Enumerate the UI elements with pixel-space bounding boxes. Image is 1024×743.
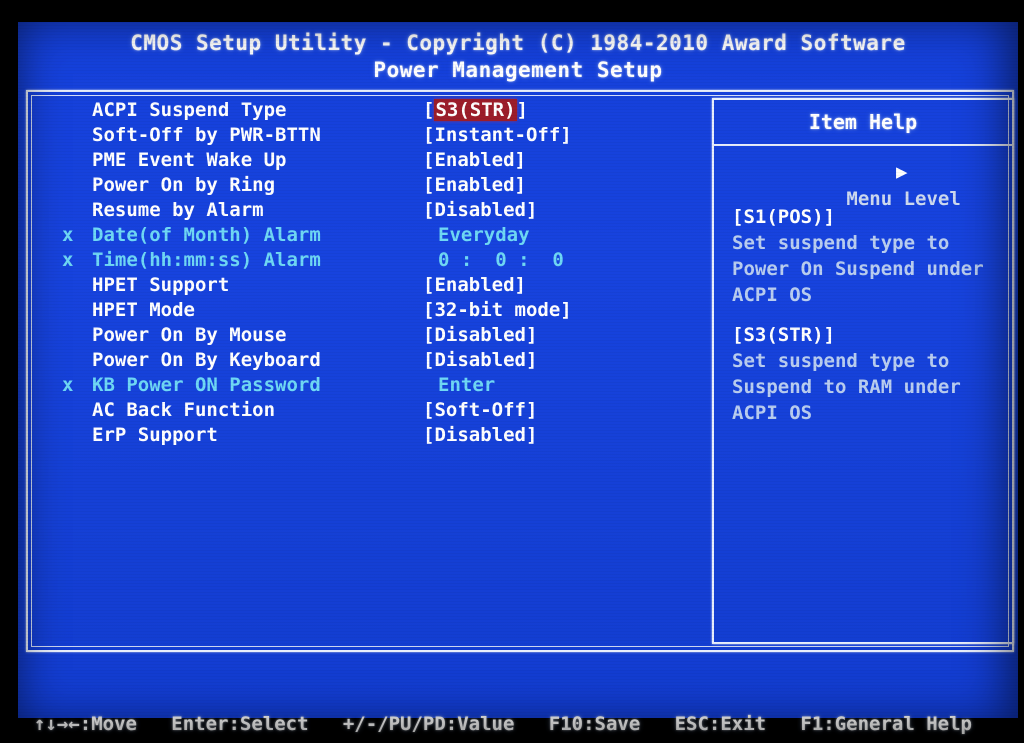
setting-row[interactable]: x Time(hh:mm:ss) Alarm 0 : 0 : 0 — [38, 248, 706, 273]
disabled-marker-icon: x — [62, 374, 74, 396]
page-subtitle: Power Management Setup — [373, 58, 663, 82]
chevron-right-icon: ▶ — [896, 161, 908, 183]
key-hints-line-1: ↑↓→←:Move Enter:Select +/-/PU/PD:Value F… — [34, 713, 972, 735]
setting-row[interactable]: Resume by Alarm [Disabled] — [38, 198, 706, 223]
page-title: CMOS Setup Utility - Copyright (C) 1984-… — [130, 31, 906, 55]
setting-value[interactable]: Everyday — [438, 223, 530, 248]
help-group: [S3(STR)] Set suspend type to Suspend to R… — [732, 322, 1012, 426]
value-bracket-open: [ — [423, 99, 435, 121]
setting-row[interactable]: Power On by Ring [Enabled] — [38, 173, 706, 198]
setting-row[interactable]: x Date(of Month) Alarm Everyday — [38, 223, 706, 248]
setting-label: Time(hh:mm:ss) Alarm — [92, 249, 321, 271]
item-help-body: Menu Level ▶ [S1(POS)] Set suspend type t… — [714, 146, 1012, 426]
setting-row[interactable]: HPET Mode [32-bit mode] — [38, 298, 706, 323]
disabled-marker-icon: x — [62, 249, 74, 271]
setting-row[interactable]: AC Back Function [Soft-Off] — [38, 398, 706, 423]
setting-row[interactable]: ErP Support [Disabled] — [38, 423, 706, 448]
help-group-line: Set suspend type to — [732, 350, 950, 372]
setting-value[interactable]: [Disabled] — [423, 423, 537, 448]
setting-label: Power On by Ring — [92, 174, 276, 196]
setting-row[interactable]: x KB Power ON Password Enter — [38, 373, 706, 398]
setting-label: Resume by Alarm — [92, 199, 264, 221]
help-group-heading: [S3(STR)] — [732, 324, 835, 346]
setting-value[interactable]: [S3(STR)] — [423, 98, 528, 123]
setting-label: Soft-Off by PWR-BTTN — [92, 124, 321, 146]
title-block: CMOS Setup Utility - Copyright (C) 1984-… — [18, 30, 1018, 84]
menu-level-label: Menu Level — [846, 188, 961, 210]
setting-value[interactable]: [Enabled] — [423, 148, 526, 173]
disabled-marker-icon: x — [62, 224, 74, 246]
setting-value[interactable]: [Enabled] — [423, 273, 526, 298]
menu-level-row: Menu Level ▶ — [732, 160, 1012, 210]
setting-row[interactable]: Power On By Keyboard [Disabled] — [38, 348, 706, 373]
item-help-panel: Item Help Menu Level ▶ [S1(POS)] Set susp… — [712, 98, 1014, 644]
setting-row[interactable]: HPET Support [Enabled] — [38, 273, 706, 298]
setting-value[interactable]: [Disabled] — [423, 198, 537, 223]
setting-row[interactable]: PME Event Wake Up [Enabled] — [38, 148, 706, 173]
setting-label: Power On By Keyboard — [92, 349, 321, 371]
item-help-title: Item Help — [714, 100, 1012, 146]
value-bracket-close: ] — [516, 99, 528, 121]
setting-label: HPET Support — [92, 274, 230, 296]
key-hints-footer: ↑↓→←:Move Enter:Select +/-/PU/PD:Value F… — [26, 654, 1010, 743]
setting-label: Power On By Mouse — [92, 324, 287, 346]
bios-screen: CMOS Setup Utility - Copyright (C) 1984-… — [0, 0, 1024, 743]
setting-value[interactable]: [Disabled] — [423, 323, 537, 348]
setting-label: AC Back Function — [92, 399, 276, 421]
setting-label: PME Event Wake Up — [92, 149, 287, 171]
help-group-line: ACPI OS — [732, 402, 813, 424]
setting-value[interactable]: [Disabled] — [423, 348, 537, 373]
setting-value[interactable]: [Enabled] — [423, 173, 526, 198]
settings-list: ACPI Suspend Type [S3(STR)] Soft-Off by PW… — [38, 98, 706, 640]
selected-value[interactable]: S3(STR) — [434, 99, 517, 121]
help-group-line: Suspend to RAM under — [732, 376, 961, 398]
setting-row[interactable]: Soft-Off by PWR-BTTN [Instant-Off] — [38, 123, 706, 148]
setting-row[interactable]: ACPI Suspend Type [S3(STR)] — [38, 98, 706, 123]
setting-label: ACPI Suspend Type — [92, 99, 287, 121]
setting-row[interactable]: Power On By Mouse [Disabled] — [38, 323, 706, 348]
setting-label: Date(of Month) Alarm — [92, 224, 321, 246]
setting-label: ErP Support — [92, 424, 218, 446]
setting-value[interactable]: [Soft-Off] — [423, 398, 537, 423]
crt-display-area: CMOS Setup Utility - Copyright (C) 1984-… — [18, 22, 1018, 735]
setting-value[interactable]: Enter — [438, 373, 495, 398]
setting-value[interactable]: 0 : 0 : 0 — [438, 248, 564, 273]
setting-label: KB Power ON Password — [92, 374, 321, 396]
help-group-line: ACPI OS — [732, 284, 813, 306]
setting-value[interactable]: [32-bit mode] — [423, 298, 572, 323]
setting-value[interactable]: [Instant-Off] — [423, 123, 572, 148]
setting-label: HPET Mode — [92, 299, 195, 321]
